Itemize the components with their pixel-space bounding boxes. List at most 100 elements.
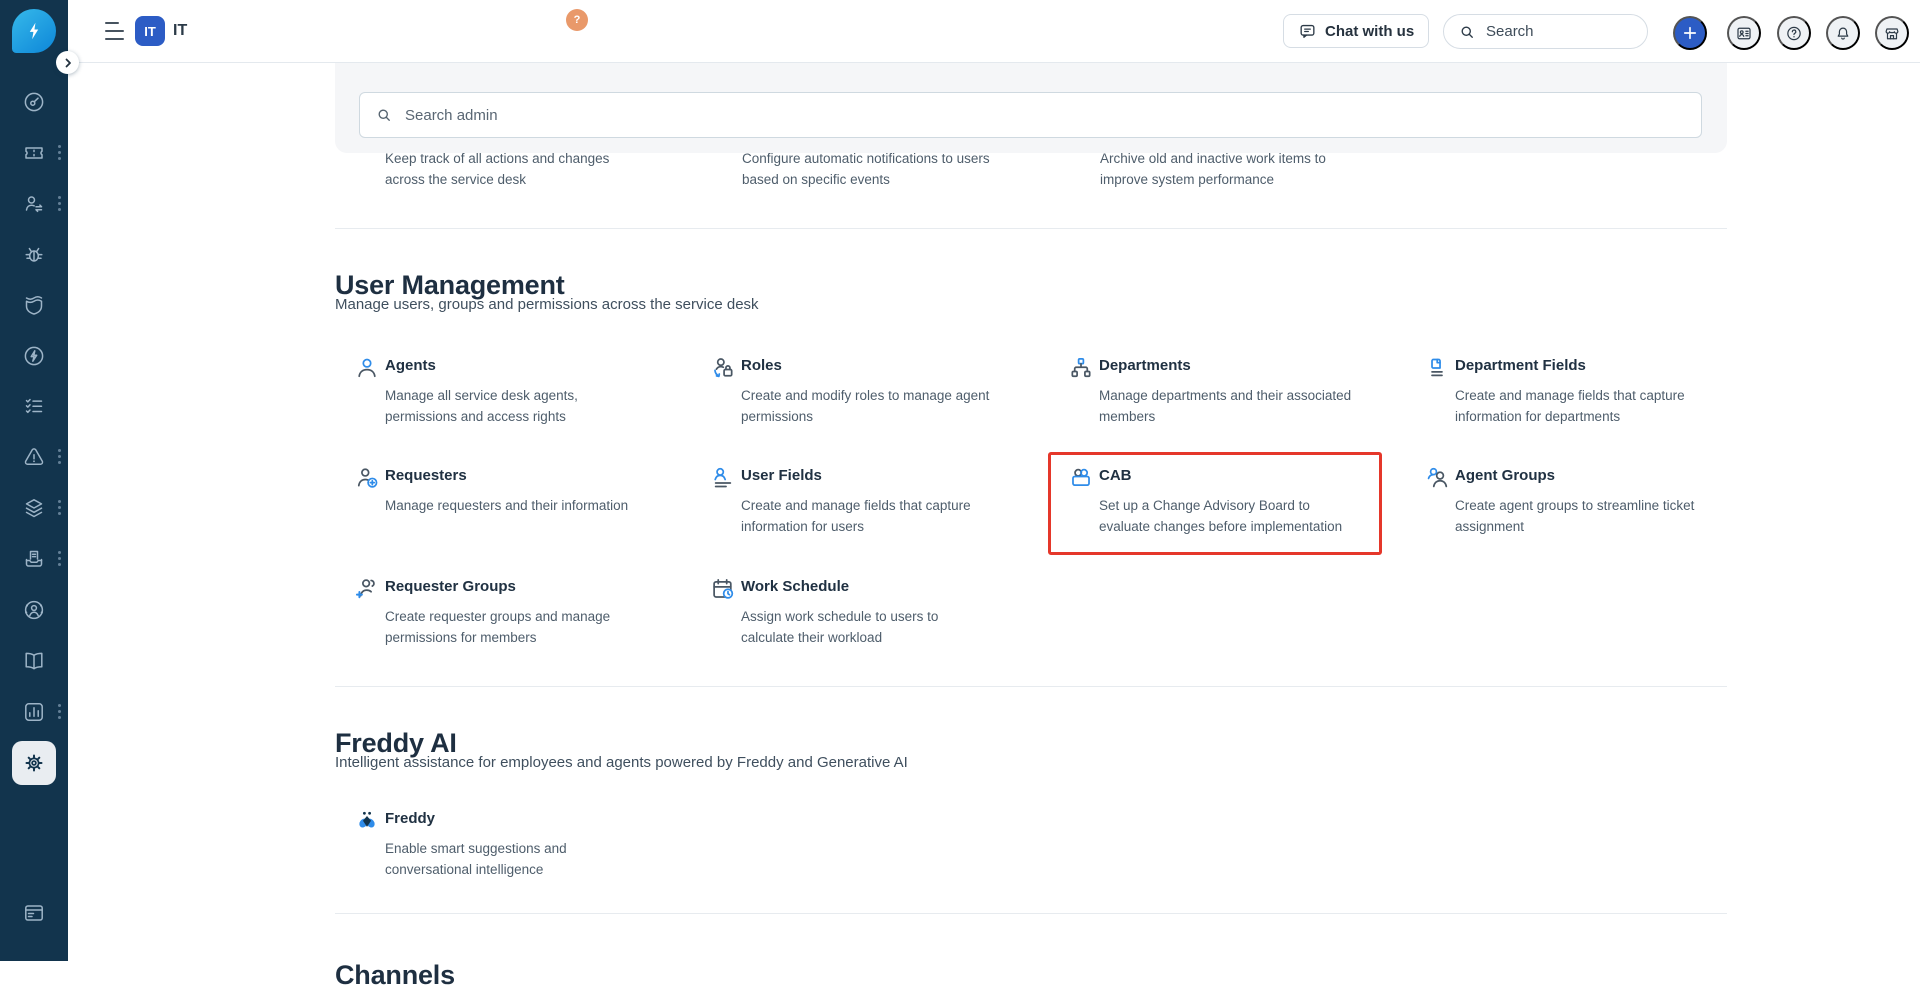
section-divider [335,913,1727,914]
admin-search-box[interactable] [359,92,1702,138]
card-description: Assign work schedule to users to calcula… [741,606,1041,648]
bolt-circle-icon [22,344,46,368]
collapse-menu-icon[interactable] [105,22,127,40]
user-orbit-icon [22,598,46,622]
card-description: Create and manage fields that capture in… [741,495,1041,537]
admin-search-input[interactable] [403,106,1686,125]
card-description: Create agent groups to streamline ticket… [1455,495,1755,537]
card-title: CAB [1099,467,1132,484]
freshservice-logo[interactable] [12,9,56,53]
sidebar-expand-button[interactable] [56,51,79,74]
admin-settings-page: { "app": { "workspace_badge": "IT", "wor… [0,0,1920,961]
sidebar-item-requester-management[interactable] [12,182,56,226]
cab-board-icon [1068,465,1094,491]
topbar: IT IT ? Chat with us [68,0,1920,63]
sidebar-item-todos[interactable] [12,384,56,428]
sidebar-item-assets[interactable] [12,486,56,530]
sidebar-item-contracts[interactable] [12,537,56,581]
section-divider [335,228,1727,229]
quick-create-button[interactable] [1673,16,1707,50]
contracts-kebab-menu[interactable] [58,551,61,566]
agent-person-icon [354,355,380,381]
card-description: Enable smart suggestions and conversatio… [385,838,685,880]
sidebar-item-analytics[interactable] [12,690,56,734]
bell-icon [1834,24,1852,43]
alerts-kebab-menu[interactable] [58,449,61,464]
help-bubble-button[interactable]: ? [566,9,588,31]
card-description: Manage requesters and their information [385,495,685,516]
marketplace-button[interactable] [1875,16,1909,50]
sidebar-item-solutions[interactable] [12,639,56,683]
sidebar-item-releases[interactable] [12,283,56,327]
app-panel-icon [22,901,46,925]
analytics-kebab-menu[interactable] [58,704,61,719]
chat-with-us-button[interactable]: Chat with us [1283,14,1429,48]
checklist-icon [22,394,46,418]
card-title: Department Fields [1455,357,1586,374]
id-card-icon [1735,24,1753,43]
sidebar-item-tickets[interactable] [12,131,56,175]
requester-person-plus-icon [354,465,380,491]
card-title: Roles [741,357,782,374]
global-search-input[interactable] [1484,22,1618,41]
whats-new-button[interactable] [1727,16,1761,50]
assets-kebab-menu[interactable] [58,500,61,515]
card-description: Create and manage fields that capture in… [1455,385,1755,427]
partial-card-notifications-description: Configure automatic notifications to use… [742,148,1042,190]
admin-settings-content: Keep track of all actions and changes ac… [68,62,1920,961]
notifications-button[interactable] [1826,16,1860,50]
lightning-bolt-icon [23,20,45,42]
card-title: Agents [385,357,436,374]
global-search[interactable] [1443,14,1648,49]
sidebar-item-problems[interactable] [12,232,56,276]
book-icon [22,649,46,673]
card-title: Work Schedule [741,578,849,595]
section-subtitle-user-management: Manage users, groups and permissions acr… [335,296,759,313]
ticket-icon [22,141,46,165]
main-sidebar [0,0,68,961]
requester-groups-icon [354,576,380,602]
question-circle-icon [1785,24,1803,43]
requester-management-kebab-menu[interactable] [58,196,61,211]
agent-groups-icon [1424,465,1450,491]
search-icon [375,106,393,124]
workspace-badge[interactable]: IT [135,16,165,46]
card-title: Agent Groups [1455,467,1555,484]
layers-icon [22,496,46,520]
chat-button-label: Chat with us [1325,23,1414,40]
gauge-dashboard-icon [22,90,46,114]
plus-icon [1681,24,1699,42]
card-description: Manage departments and their associated … [1099,385,1399,427]
sidebar-item-app-switcher[interactable] [12,891,56,935]
card-title: User Fields [741,467,822,484]
department-fields-icon [1424,355,1450,381]
user-fields-icon [710,465,736,491]
card-title: Requester Groups [385,578,516,595]
roles-lock-icon [710,355,736,381]
chevron-right-icon [63,58,73,68]
storefront-icon [1883,24,1901,43]
user-swap-icon [22,192,46,216]
card-title: Freddy [385,810,435,827]
search-icon [1458,23,1476,41]
tickets-kebab-menu[interactable] [58,145,61,160]
sidebar-item-dashboard[interactable] [12,80,56,124]
card-title: Departments [1099,357,1191,374]
sidebar-item-admin-settings[interactable] [12,741,56,785]
partial-card-archive-description: Archive old and inactive work items to i… [1100,148,1400,190]
section-title-channels: Channels [335,960,455,991]
section-subtitle-freddy-ai: Intelligent assistance for employees and… [335,754,908,771]
shield-release-icon [22,293,46,317]
sidebar-item-automation[interactable] [12,334,56,378]
card-description: Manage all service desk agents, permissi… [385,385,685,427]
sidebar-item-alerts[interactable] [12,435,56,479]
alert-triangle-icon [22,445,46,469]
document-tray-icon [22,547,46,571]
card-description: Create and modify roles to manage agent … [741,385,1041,427]
help-button[interactable] [1777,16,1811,50]
work-schedule-calendar-icon [710,576,736,602]
sidebar-item-community[interactable] [12,588,56,632]
partial-card-audit-log-description: Keep track of all actions and changes ac… [385,148,685,190]
card-title: Requesters [385,467,467,484]
bug-icon [22,242,46,266]
